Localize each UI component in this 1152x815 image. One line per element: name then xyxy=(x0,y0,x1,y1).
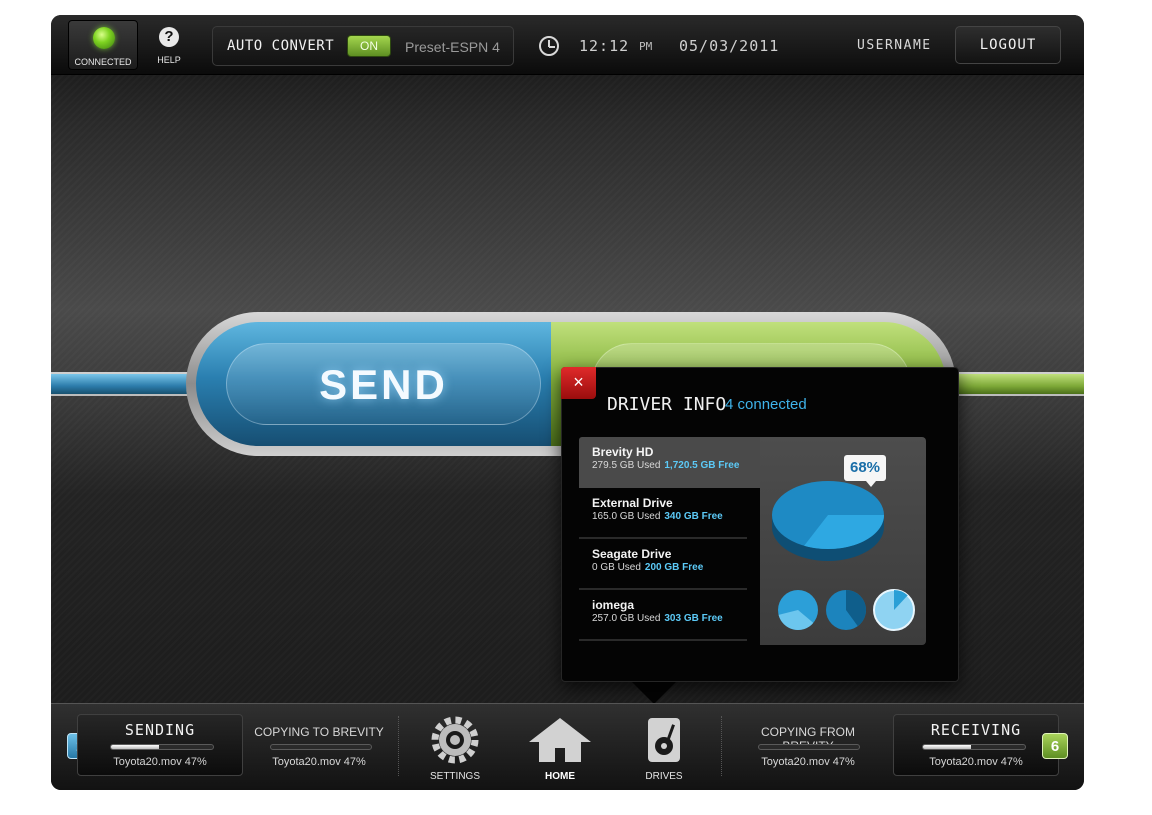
drive-item[interactable]: Brevity HD 279.5 GB Used 1,720.5 GB Free xyxy=(579,437,761,488)
drive-stats: 279.5 GB Used 1,720.5 GB Free xyxy=(592,460,761,471)
auto-convert-label: AUTO CONVERT xyxy=(227,38,335,54)
app-window: CONNECTED ? HELP AUTO CONVERT ON Preset-… xyxy=(51,15,1084,790)
home-nav[interactable]: HOME xyxy=(525,714,595,786)
drive-list: Brevity HD 279.5 GB Used 1,720.5 GB Free … xyxy=(579,437,761,641)
connection-label: CONNECTED xyxy=(74,57,132,67)
drive-used: 0 GB Used xyxy=(592,562,641,573)
send-pipe-left xyxy=(51,372,201,396)
divider xyxy=(398,716,399,776)
drive-name: Seagate Drive xyxy=(592,547,672,561)
usage-chart-panel: 68% xyxy=(760,437,926,645)
receiving-file: Toyota20.mov 47% xyxy=(929,756,1023,768)
drive-icon xyxy=(648,718,680,762)
sending-progress xyxy=(110,744,214,750)
auto-convert-panel: AUTO CONVERT ON Preset-ESPN 4 xyxy=(212,26,514,66)
popup-subtitle: 4 connected xyxy=(725,396,807,413)
drives-nav[interactable]: DRIVES xyxy=(629,714,699,786)
help-icon[interactable]: ? xyxy=(159,27,179,47)
drive-item[interactable]: Seagate Drive 0 GB Used 200 GB Free xyxy=(579,539,747,590)
drive-used: 279.5 GB Used xyxy=(592,460,661,471)
preset-select[interactable]: Preset-ESPN 4 xyxy=(405,39,500,55)
clock-date: 05/03/2011 xyxy=(679,37,780,55)
drive-free: 200 GB Free xyxy=(644,562,704,573)
receiving-progress-fill xyxy=(923,745,971,749)
top-bar: CONNECTED ? HELP AUTO CONVERT ON Preset-… xyxy=(51,15,1084,75)
usage-pie-chart xyxy=(772,481,915,631)
drive-free: 1,720.5 GB Free xyxy=(664,460,740,471)
settings-nav[interactable]: SETTINGS xyxy=(420,714,490,786)
clock-icon xyxy=(539,36,559,56)
clock-time: 12:12 xyxy=(579,37,630,55)
auto-convert-toggle[interactable]: ON xyxy=(347,35,391,57)
settings-label: SETTINGS xyxy=(429,771,480,782)
send-label[interactable]: SEND xyxy=(226,361,541,409)
receiving-progress xyxy=(922,744,1026,750)
receive-pipe-right xyxy=(941,372,1084,396)
drive-used: 257.0 GB Used xyxy=(592,613,661,624)
drive-stats: 165.0 GB Used 340 GB Free xyxy=(592,511,747,522)
copying-to-file: Toyota20.mov 47% xyxy=(272,756,366,768)
drive-item[interactable]: External Drive 165.0 GB Used 340 GB Free xyxy=(579,488,747,539)
sending-title: SENDING xyxy=(124,721,196,739)
divider xyxy=(721,716,722,776)
copying-to-progress xyxy=(270,744,372,750)
close-icon[interactable]: × xyxy=(561,367,596,399)
username: USERNAME xyxy=(857,38,932,53)
sending-progress-fill xyxy=(111,745,159,749)
drive-free: 340 GB Free xyxy=(664,511,723,522)
logout-button[interactable]: LOGOUT xyxy=(955,26,1061,64)
sending-file: Toyota20.mov 47% xyxy=(113,756,207,768)
status-led-icon xyxy=(93,27,115,49)
gear-icon xyxy=(431,716,479,764)
popup-title: DRIVER INFO xyxy=(607,394,727,415)
receiving-count-badge: 6 xyxy=(1042,733,1068,759)
popup-pointer xyxy=(630,680,678,704)
drive-stats: 0 GB Used 200 GB Free xyxy=(592,562,747,573)
receiving-title: RECEIVING xyxy=(930,721,1022,739)
drive-item[interactable]: iomega 257.0 GB Used 303 GB Free xyxy=(579,590,747,641)
drive-name: iomega xyxy=(592,598,635,612)
house-icon xyxy=(529,718,591,762)
drive-free: 303 GB Free xyxy=(664,613,723,624)
home-label: HOME xyxy=(545,771,575,782)
copying-from-progress xyxy=(758,744,860,750)
drive-name: External Drive xyxy=(592,496,673,510)
driver-info-popup: × DRIVER INFO 4 connected Brevity HD 279… xyxy=(561,367,959,682)
clock-ampm: PM xyxy=(639,40,653,53)
drive-used: 165.0 GB Used xyxy=(592,511,661,522)
connection-status[interactable]: CONNECTED xyxy=(68,20,138,70)
copying-to-title: COPYING TO BREVITY xyxy=(254,725,384,739)
drive-name: Brevity HD xyxy=(592,445,654,459)
small-pies xyxy=(778,589,915,631)
bottom-bar: 1 SENDING Toyota20.mov 47% COPYING TO BR… xyxy=(51,703,1084,790)
drive-stats: 257.0 GB Used 303 GB Free xyxy=(592,613,747,624)
sending-panel[interactable]: SENDING Toyota20.mov 47% xyxy=(77,714,243,776)
receiving-panel[interactable]: RECEIVING Toyota20.mov 47% xyxy=(893,714,1059,776)
copying-from-file: Toyota20.mov 47% xyxy=(761,756,855,768)
drives-label: DRIVES xyxy=(645,771,683,782)
help-label[interactable]: HELP xyxy=(151,55,187,65)
